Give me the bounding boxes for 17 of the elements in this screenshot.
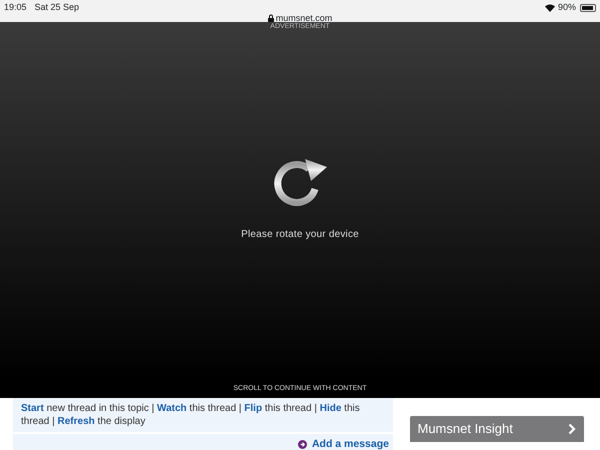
insight-button[interactable]: Mumsnet Insight — [410, 416, 584, 442]
thread-actions-text: Start new thread in this topic | Watch this thread | Flip this thread | Hide this thread | Refresh the display — [20, 402, 361, 429]
status-time: 19:05 — [4, 1, 27, 14]
thread-action-link[interactable]: Watch — [157, 403, 187, 414]
thread-action-link[interactable]: Hide — [320, 403, 342, 414]
status-date: Sat 25 Sep — [34, 1, 80, 14]
thread-action-link[interactable]: Refresh — [58, 416, 95, 427]
thread-action-link[interactable]: Flip — [244, 403, 262, 414]
rotate-message: Please rotate your device — [241, 228, 359, 242]
thread-action-link[interactable]: Start — [21, 403, 44, 414]
wifi-icon — [544, 4, 555, 12]
battery-percent: 90% — [558, 1, 576, 14]
battery-icon — [580, 4, 596, 12]
add-message-link[interactable]: Add a message — [312, 438, 389, 450]
arrow-circle-icon — [298, 440, 307, 448]
chevron-right-icon — [568, 423, 576, 435]
lock-icon — [268, 14, 274, 22]
